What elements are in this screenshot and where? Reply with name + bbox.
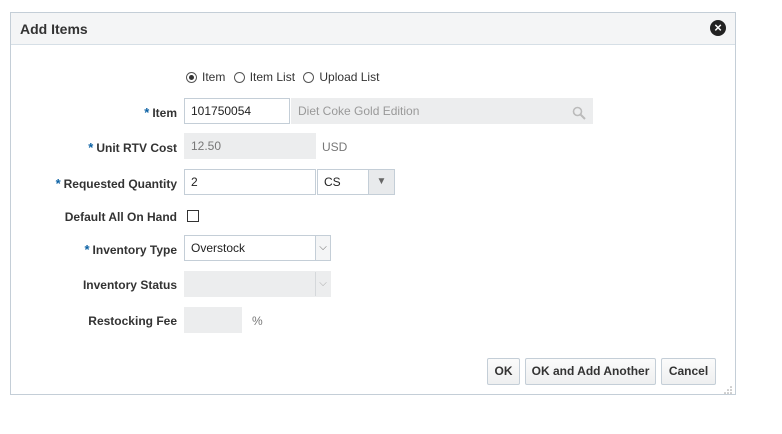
requested-quantity-label: * Requested Quantity [56,176,177,191]
radio-item-list-label: Item List [249,70,296,84]
restocking-fee-label: Restocking Fee [88,314,177,328]
item-description: Diet Coke Gold Edition [298,104,420,118]
cancel-button[interactable]: Cancel [661,358,716,385]
requested-quantity-label-text: Requested Quantity [63,177,177,191]
unit-rtv-cost-label: * Unit RTV Cost [88,140,177,155]
required-marker: * [88,140,94,155]
chevron-down-icon[interactable]: ⌵ [315,236,330,260]
required-marker: * [84,242,90,257]
mode-radio-group: Item Item List Upload List [186,70,379,84]
radio-upload-list-label: Upload List [319,70,380,84]
uom-value: CS [324,175,341,189]
item-label: * Item [144,105,177,120]
inventory-type-value: Overstock [191,241,246,255]
inventory-status-label-wrap: Inventory Status [11,271,177,299]
item-description-field[interactable]: Diet Coke Gold Edition [291,98,593,124]
required-marker: * [144,105,150,120]
inventory-status-select[interactable]: ⌵ [184,271,331,297]
requested-quantity-input[interactable]: 2 [184,169,316,195]
restocking-fee-label-wrap: Restocking Fee [11,307,177,335]
ok-button[interactable]: OK [487,358,520,385]
close-icon[interactable]: × [710,20,726,36]
item-input[interactable]: 101750054 [184,98,290,124]
dialog-title: Add Items [20,21,88,37]
dialog-header: Add Items × [11,13,735,45]
radio-item[interactable]: Item [186,70,225,84]
inventory-status-label: Inventory Status [82,278,177,292]
ok-and-add-another-button[interactable]: OK and Add Another [525,358,656,385]
item-label-wrap: * Item [11,98,177,126]
radio-item-label: Item [202,70,226,84]
requested-quantity-label-wrap: * Requested Quantity [11,169,177,197]
resize-handle-icon[interactable] [724,383,732,394]
inventory-type-label-wrap: * Inventory Type [11,235,177,263]
radio-upload-list-icon [303,72,315,83]
percent-label: % [252,314,263,328]
chevron-down-icon[interactable]: ⌵ [315,272,330,296]
unit-rtv-cost-field: 12.50 [184,133,316,159]
unit-rtv-cost-label-text: Unit RTV Cost [96,141,177,155]
restocking-fee-field [184,307,242,333]
uom-select[interactable]: CS ▼ [317,169,395,195]
unit-rtv-cost-label-wrap: * Unit RTV Cost [11,133,177,161]
default-all-on-hand-label: Default All On Hand [64,210,177,224]
radio-item-icon [186,72,197,83]
currency-label: USD [322,140,348,154]
chevron-down-icon[interactable]: ▼ [368,170,394,194]
default-all-on-hand-checkbox[interactable] [187,210,199,222]
inventory-type-label: * Inventory Type [84,242,177,257]
radio-item-list-icon [233,72,245,83]
inventory-type-select[interactable]: Overstock ⌵ [184,235,331,261]
default-all-on-hand-label-wrap: Default All On Hand [11,203,177,231]
search-icon[interactable] [572,104,586,128]
required-marker: * [55,176,61,191]
radio-item-list[interactable]: Item List [233,70,296,84]
inventory-type-label-text: Inventory Type [92,243,177,257]
item-label-text: Item [152,106,177,120]
add-items-dialog: Add Items × Item Item List Upload List *… [10,12,736,395]
radio-upload-list[interactable]: Upload List [303,70,379,84]
